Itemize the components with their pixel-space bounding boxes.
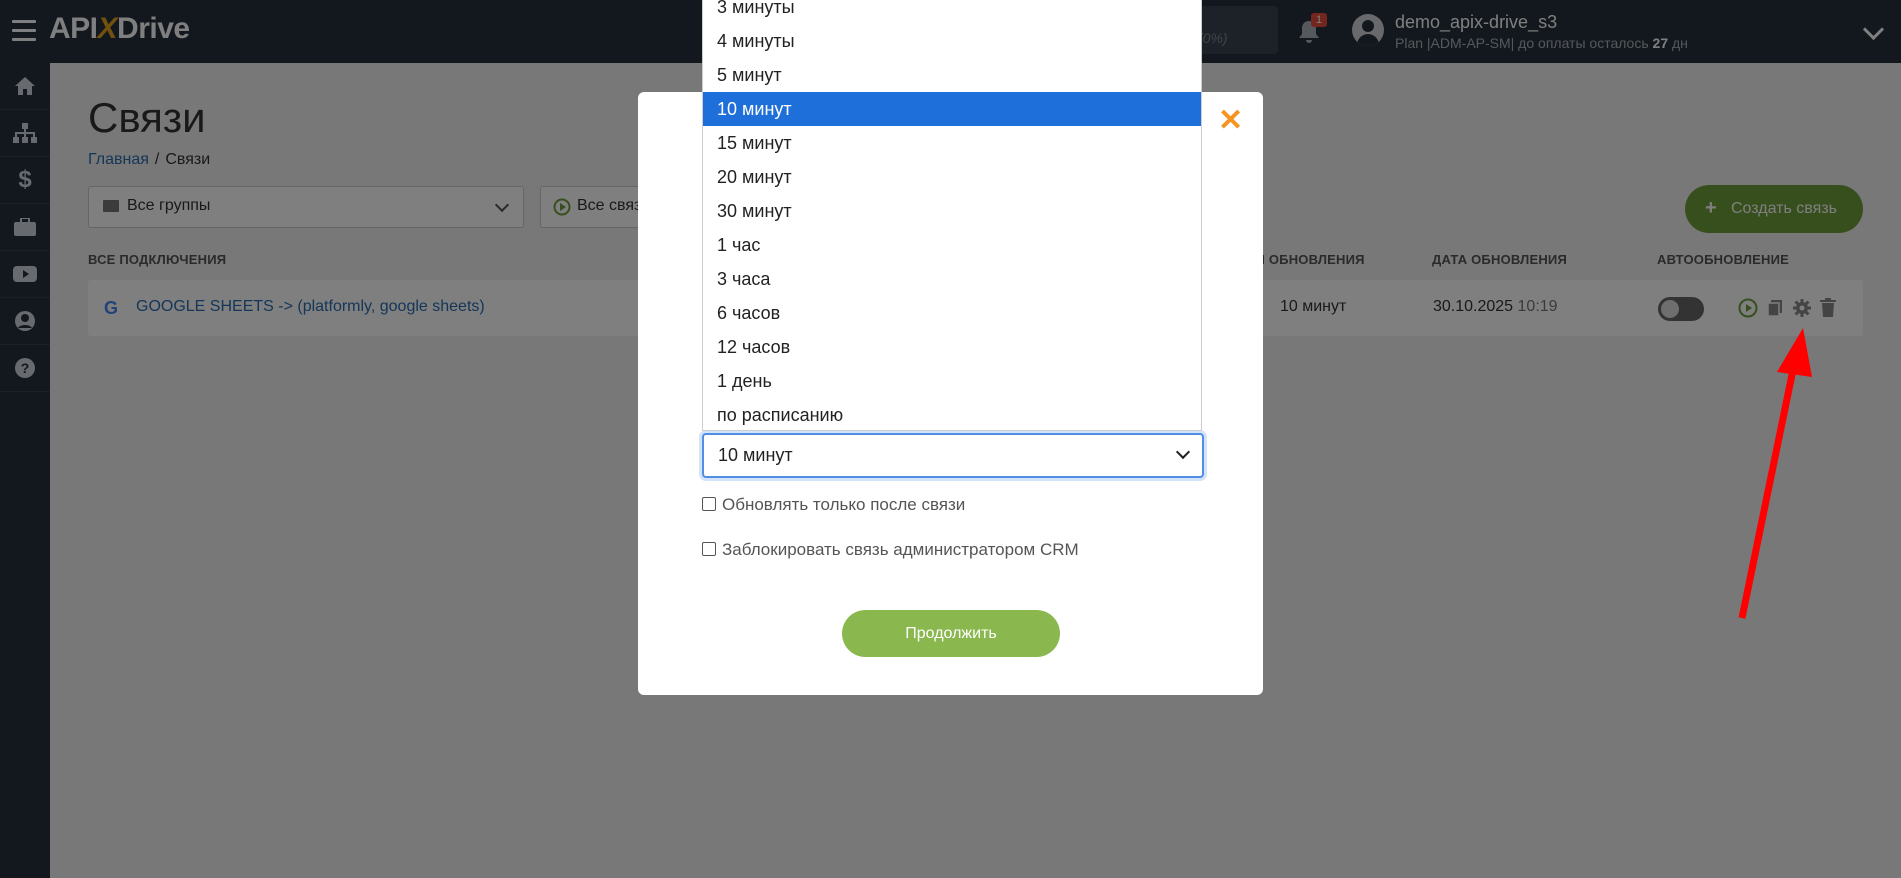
dropdown-option[interactable]: 12 часов	[703, 330, 1201, 364]
dropdown-option[interactable]: 10 минут	[703, 92, 1201, 126]
close-icon[interactable]: ✕	[1218, 106, 1243, 136]
dropdown-option[interactable]: 3 минуты	[703, 0, 1201, 24]
dropdown-option[interactable]: 6 часов	[703, 296, 1201, 330]
dropdown-option[interactable]: 1 час	[703, 228, 1201, 262]
dropdown-option[interactable]: 4 минуты	[703, 24, 1201, 58]
dropdown-option[interactable]: 20 минут	[703, 160, 1201, 194]
dropdown-option[interactable]: 30 минут	[703, 194, 1201, 228]
continue-button[interactable]: Продолжить	[842, 610, 1060, 657]
dropdown-option[interactable]: 1 день	[703, 364, 1201, 398]
checkbox[interactable]	[702, 542, 716, 556]
dropdown-option[interactable]: 5 минут	[703, 58, 1201, 92]
checkbox[interactable]	[702, 497, 716, 511]
dropdown-option[interactable]: 15 минут	[703, 126, 1201, 160]
interval-dropdown-list: 3 минуты 4 минуты 5 минут 10 минут 15 минут 2…	[702, 0, 1202, 431]
update-interval-select[interactable]: 10 минут	[702, 433, 1204, 478]
dropdown-option[interactable]: 3 часа	[703, 262, 1201, 296]
update-after-link-checkbox-row[interactable]: Обновлять только после связи	[702, 495, 965, 515]
dropdown-option[interactable]: по расписанию	[703, 398, 1201, 430]
block-crm-checkbox-row[interactable]: Заблокировать связь администратором CRM	[702, 540, 1079, 560]
chevron-down-icon	[1175, 444, 1191, 460]
